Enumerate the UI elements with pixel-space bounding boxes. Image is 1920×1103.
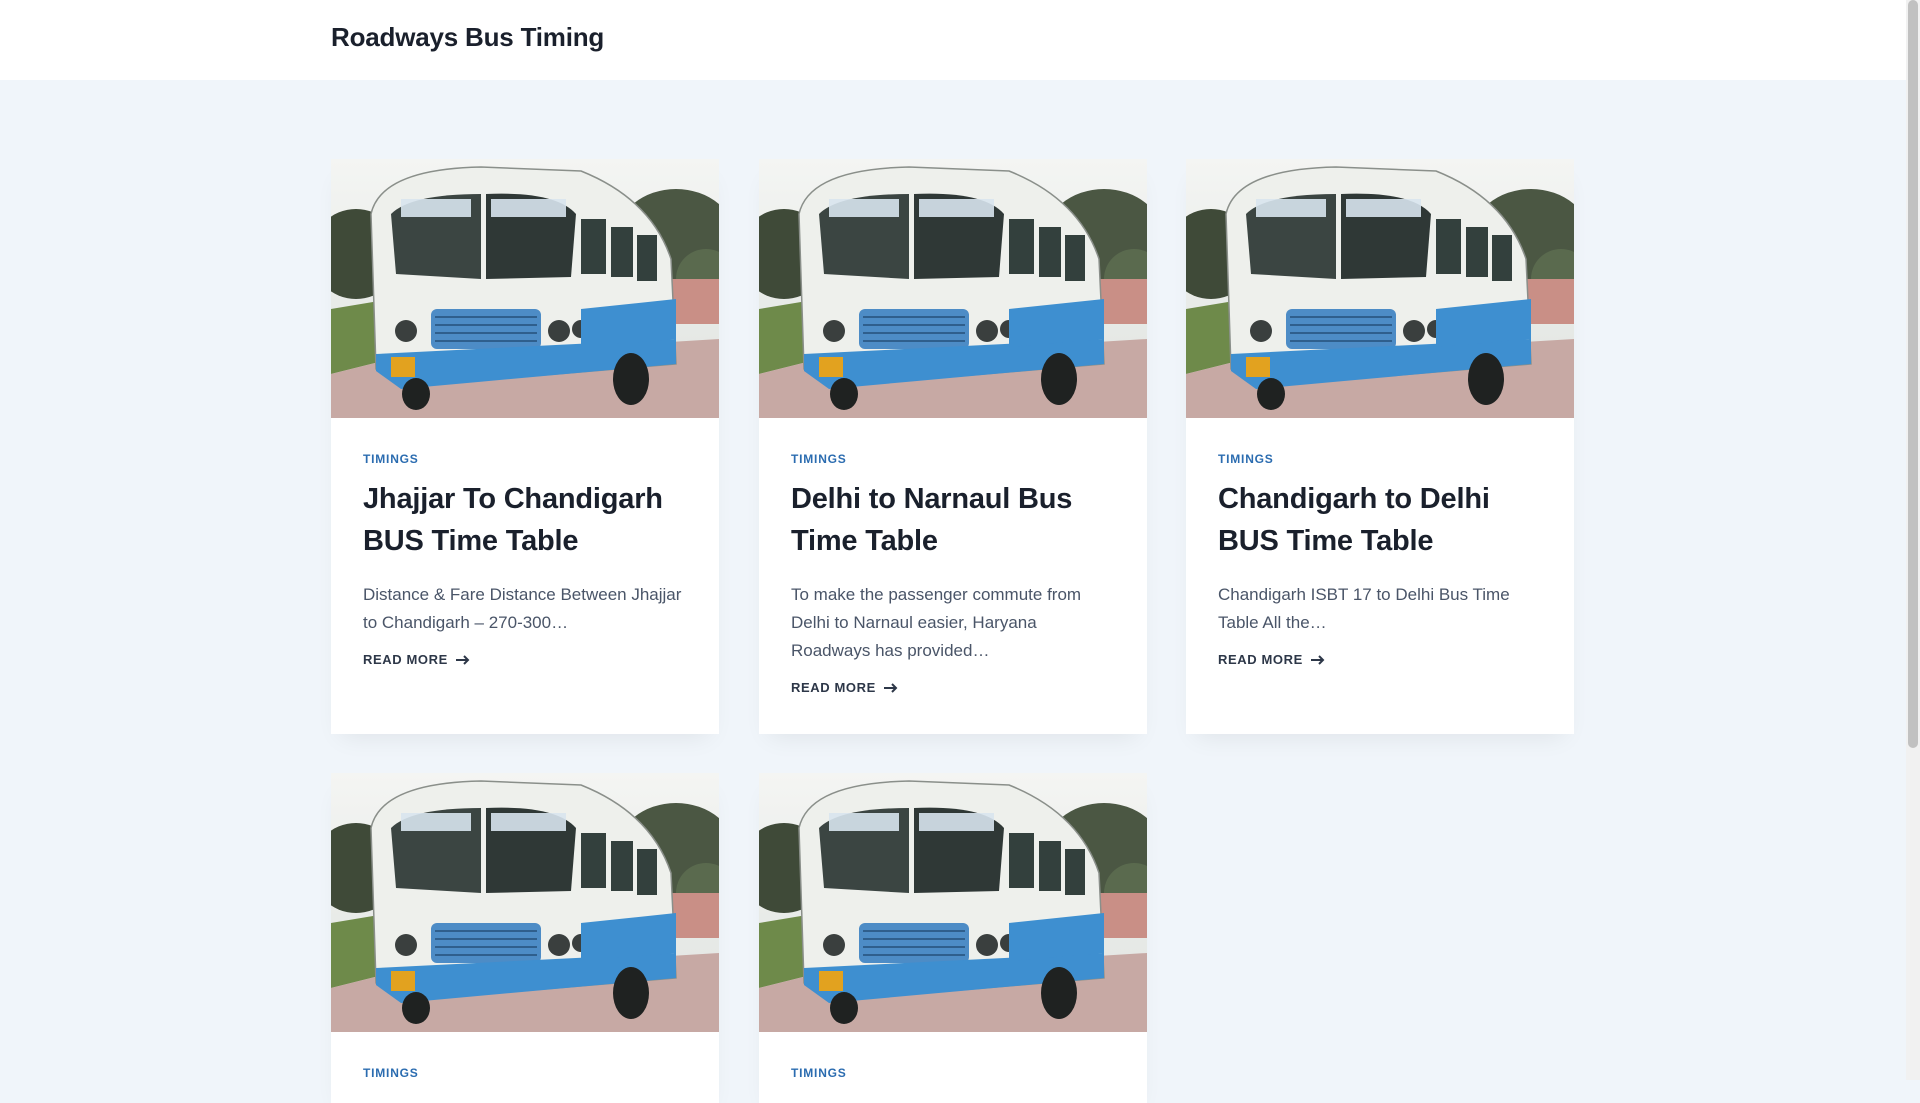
bus-thumbnail-image[interactable] <box>331 159 719 418</box>
post-card: TIMINGS <box>331 773 719 1103</box>
read-more-link[interactable]: READ MORE <box>363 652 470 667</box>
bus-thumbnail-image[interactable] <box>1186 159 1574 418</box>
bus-thumbnail-image[interactable] <box>759 159 1147 418</box>
bus-thumbnail-image[interactable] <box>759 773 1147 1032</box>
post-category-link[interactable]: TIMINGS <box>363 1066 687 1080</box>
post-category-link[interactable]: TIMINGS <box>791 452 1115 466</box>
post-card: TIMINGS <box>759 773 1147 1103</box>
post-excerpt: To make the passenger commute from Delhi… <box>791 585 1082 660</box>
post-title-link[interactable]: Delhi to Narnaul Bus Time Table <box>791 478 1115 562</box>
read-more-link[interactable]: READ MORE <box>791 680 898 695</box>
site-title-link[interactable]: Roadways Bus Timing <box>331 22 604 53</box>
read-more-label: READ MORE <box>791 680 876 695</box>
bus-thumbnail-image[interactable] <box>331 773 719 1032</box>
post-category-link[interactable]: TIMINGS <box>363 452 687 466</box>
post-category-link[interactable]: TIMINGS <box>1218 452 1542 466</box>
post-card: TIMINGS Delhi to Narnaul Bus Time Table … <box>759 159 1147 734</box>
post-card: TIMINGS Jhajjar To Chandigarh BUS Time T… <box>331 159 719 734</box>
post-card: TIMINGS Chandigarh to Delhi BUS Time Tab… <box>1186 159 1574 734</box>
post-title-link[interactable]: Jhajjar To Chandigarh BUS Time Table <box>363 478 687 562</box>
vertical-scrollbar[interactable] <box>1906 0 1920 1080</box>
arrow-right-icon <box>1310 654 1325 665</box>
arrow-right-icon <box>883 682 898 693</box>
read-more-label: READ MORE <box>363 652 448 667</box>
site-header: Roadways Bus Timing <box>0 0 1906 80</box>
arrow-right-icon <box>455 654 470 665</box>
read-more-link[interactable]: READ MORE <box>1218 652 1325 667</box>
post-excerpt: Distance & Fare Distance Between Jhajjar… <box>363 585 682 632</box>
post-excerpt: Chandigarh ISBT 17 to Delhi Bus Time Tab… <box>1218 585 1510 632</box>
read-more-label: READ MORE <box>1218 652 1303 667</box>
scrollbar-thumb[interactable] <box>1908 0 1918 748</box>
post-title-link[interactable]: Chandigarh to Delhi BUS Time Table <box>1218 478 1542 562</box>
post-category-link[interactable]: TIMINGS <box>791 1066 1115 1080</box>
